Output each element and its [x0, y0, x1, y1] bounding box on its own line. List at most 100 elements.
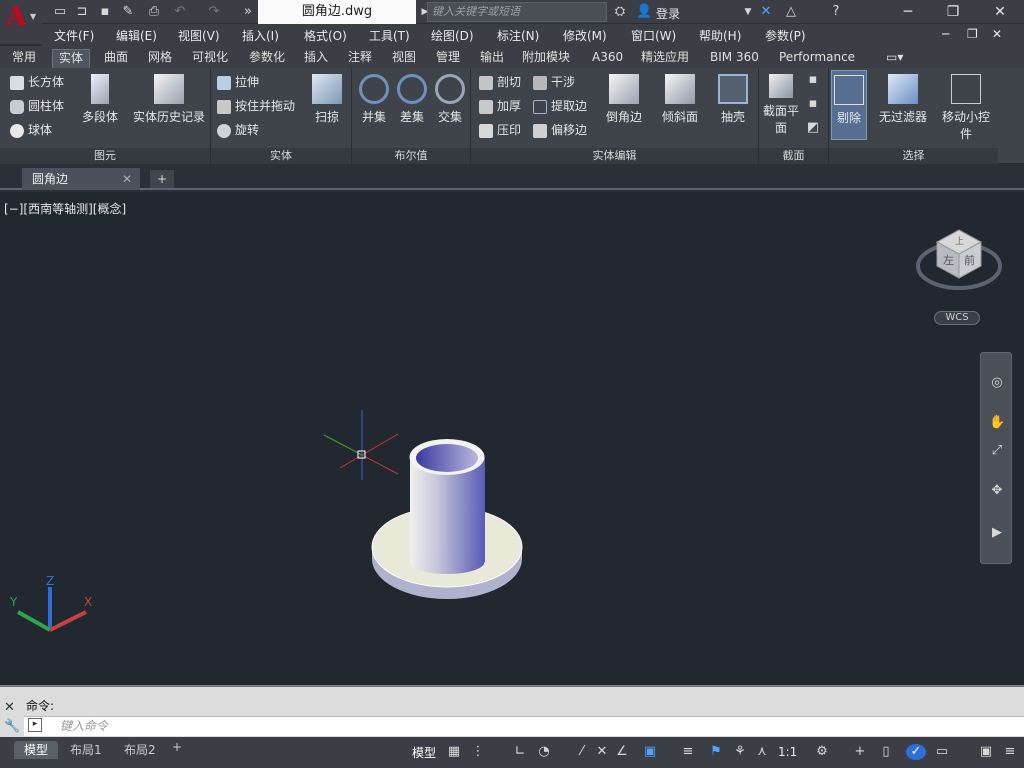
polysolid-button[interactable]: 多段体	[80, 74, 120, 125]
slice-button[interactable]: 剖切	[479, 72, 521, 92]
close-cmd-icon[interactable]: ✕	[4, 700, 15, 715]
section-plane-button[interactable]: 截面平面	[763, 74, 799, 136]
solid-model[interactable]	[371, 439, 523, 599]
search-input[interactable]: 键入关键字或短语	[427, 2, 607, 22]
section-generate-icon[interactable]: ◩	[805, 120, 821, 136]
intersect-button[interactable]: 交集	[432, 74, 468, 125]
tab-view[interactable]: 视图	[386, 49, 422, 68]
redo-icon[interactable]: ↷	[206, 4, 222, 20]
menu-edit[interactable]: 编辑(E)	[116, 27, 157, 44]
culling-button[interactable]: 剔除	[831, 70, 867, 140]
layout-tab-model[interactable]: 模型	[14, 741, 59, 759]
exchange-icon[interactable]: ✕	[758, 4, 774, 20]
taper-button[interactable]: 倾斜面	[657, 74, 703, 125]
doc-close-button[interactable]: ✕	[992, 27, 1002, 41]
tab-manage[interactable]: 管理	[430, 49, 466, 68]
menu-draw[interactable]: 绘图(D)	[431, 27, 474, 44]
tab-visualize[interactable]: 可视化	[186, 49, 234, 68]
undo-icon[interactable]: ↶	[172, 4, 188, 20]
print-icon[interactable]: ⎙	[146, 4, 162, 20]
file-tab[interactable]: 圆角边 ✕	[22, 168, 140, 190]
clean-screen-icon[interactable]: ▣	[978, 744, 994, 760]
open-folder-icon[interactable]: ⊐	[74, 4, 90, 20]
add-layout-button[interactable]: +	[172, 740, 182, 754]
orbit-icon[interactable]: ✥	[989, 483, 1005, 499]
menu-parametric[interactable]: 参数(P)	[765, 27, 806, 44]
recent-commands-icon[interactable]: ▸	[28, 718, 42, 732]
units-icon[interactable]: ▯	[878, 744, 894, 760]
workspace-gear-icon[interactable]: ⚙	[814, 744, 830, 760]
login-label[interactable]: 登录	[656, 5, 680, 22]
snap-icon[interactable]: ⋮	[470, 744, 486, 760]
command-input[interactable]: 键入命令	[24, 716, 1024, 736]
revolve-button[interactable]: 旋转	[217, 120, 259, 140]
grid-icon[interactable]: ▦	[446, 744, 462, 760]
steering-wheel-icon[interactable]: ◎	[989, 375, 1005, 391]
tab-a360[interactable]: A360	[586, 49, 629, 68]
ortho-icon[interactable]: ∟	[512, 744, 528, 760]
menu-window[interactable]: 窗口(W)	[631, 27, 676, 44]
a360-icon[interactable]: △	[783, 4, 799, 20]
cylinder-button[interactable]: 圆柱体	[10, 96, 64, 116]
save-icon[interactable]: ▪	[97, 4, 113, 20]
imprint-button[interactable]: 压印	[479, 120, 521, 140]
binoculars-icon[interactable]: ⛭	[612, 4, 628, 20]
tab-addins[interactable]: 附加模块	[516, 49, 576, 68]
interfere-button[interactable]: 干涉	[533, 72, 575, 92]
solid-history-button[interactable]: 实体历史记录	[130, 74, 208, 125]
layout-tab-1[interactable]: 布局1	[60, 741, 112, 759]
sphere-button[interactable]: 球体	[10, 120, 52, 140]
auto-scale-icon[interactable]: ⚘	[732, 744, 748, 760]
thicken-button[interactable]: 加厚	[479, 96, 521, 116]
new-file-icon[interactable]: ▭	[52, 4, 68, 20]
application-menu-button[interactable]: A ▼	[0, 0, 42, 44]
panel-title[interactable]: 图元	[0, 148, 210, 164]
save-as-icon[interactable]: ✎	[120, 4, 136, 20]
pan-hand-icon[interactable]: ✋	[989, 415, 1005, 431]
more-tools-icon[interactable]: »	[240, 4, 256, 20]
object-snap-tracking-icon[interactable]: ✕	[594, 744, 610, 760]
doc-minimize-button[interactable]: ─	[942, 27, 949, 41]
close-tab-icon[interactable]: ✕	[122, 168, 132, 190]
tab-featured-apps[interactable]: 精选应用	[635, 49, 695, 68]
extract-edges-button[interactable]: 提取边	[533, 96, 587, 116]
doc-restore-button[interactable]: ❐	[967, 27, 978, 41]
zoom-extents-icon[interactable]: ⤢	[989, 443, 1005, 459]
dynamic-ucs-icon[interactable]: ▣	[642, 744, 658, 760]
lineweight-icon[interactable]: ≡	[680, 744, 696, 760]
menu-tools[interactable]: 工具(T)	[369, 27, 410, 44]
user-icon[interactable]: 👤	[636, 4, 652, 20]
isodraft-icon[interactable]: ⁄	[574, 744, 590, 760]
help-icon[interactable]: ?	[828, 4, 844, 20]
live-section-icon[interactable]: ▪	[805, 72, 821, 88]
fillet-edge-button[interactable]: 倒角边	[601, 74, 647, 125]
minimize-button[interactable]: ─	[893, 2, 923, 22]
tab-insert[interactable]: 插入	[298, 49, 334, 68]
sweep-button[interactable]: 扫掠	[309, 74, 345, 125]
panel-title[interactable]: 截面	[759, 148, 828, 164]
customization-menu-icon[interactable]: ≡	[1002, 744, 1018, 760]
wcs-menu-button[interactable]: WCS	[934, 311, 980, 325]
presspull-button[interactable]: 按住并拖动	[217, 96, 295, 116]
box-button[interactable]: 长方体	[10, 72, 64, 92]
isolate-objects-icon[interactable]: ✓	[906, 744, 926, 760]
annotation-monitor-icon[interactable]: +	[852, 744, 868, 760]
scale-selector[interactable]: 1:1	[778, 745, 797, 759]
object-snap-icon[interactable]: ∠	[614, 744, 630, 760]
menu-help[interactable]: 帮助(H)	[699, 27, 741, 44]
chevron-down-icon[interactable]: ▼	[740, 4, 756, 20]
viewcube[interactable]: 上 左 前	[916, 229, 1002, 290]
new-tab-button[interactable]: +	[150, 170, 174, 188]
no-filter-button[interactable]: 无过滤器	[875, 74, 931, 125]
maximize-button[interactable]: ❐	[938, 2, 968, 22]
extrude-button[interactable]: 拉伸	[217, 72, 259, 92]
tab-solid[interactable]: 实体	[52, 49, 91, 68]
annotation-visibility-icon[interactable]: ⚑	[708, 744, 724, 760]
ribbon-options-icon[interactable]: ▭▾	[880, 49, 909, 68]
hardware-acceleration-icon[interactable]: ▭	[934, 744, 950, 760]
menu-view[interactable]: 视图(V)	[178, 27, 220, 44]
model-space-button[interactable]: 模型	[412, 744, 436, 761]
menu-format[interactable]: 格式(O)	[304, 27, 347, 44]
move-gizmo-button[interactable]: 移动小控件	[941, 74, 991, 142]
showmotion-icon[interactable]: ▶	[989, 525, 1005, 541]
